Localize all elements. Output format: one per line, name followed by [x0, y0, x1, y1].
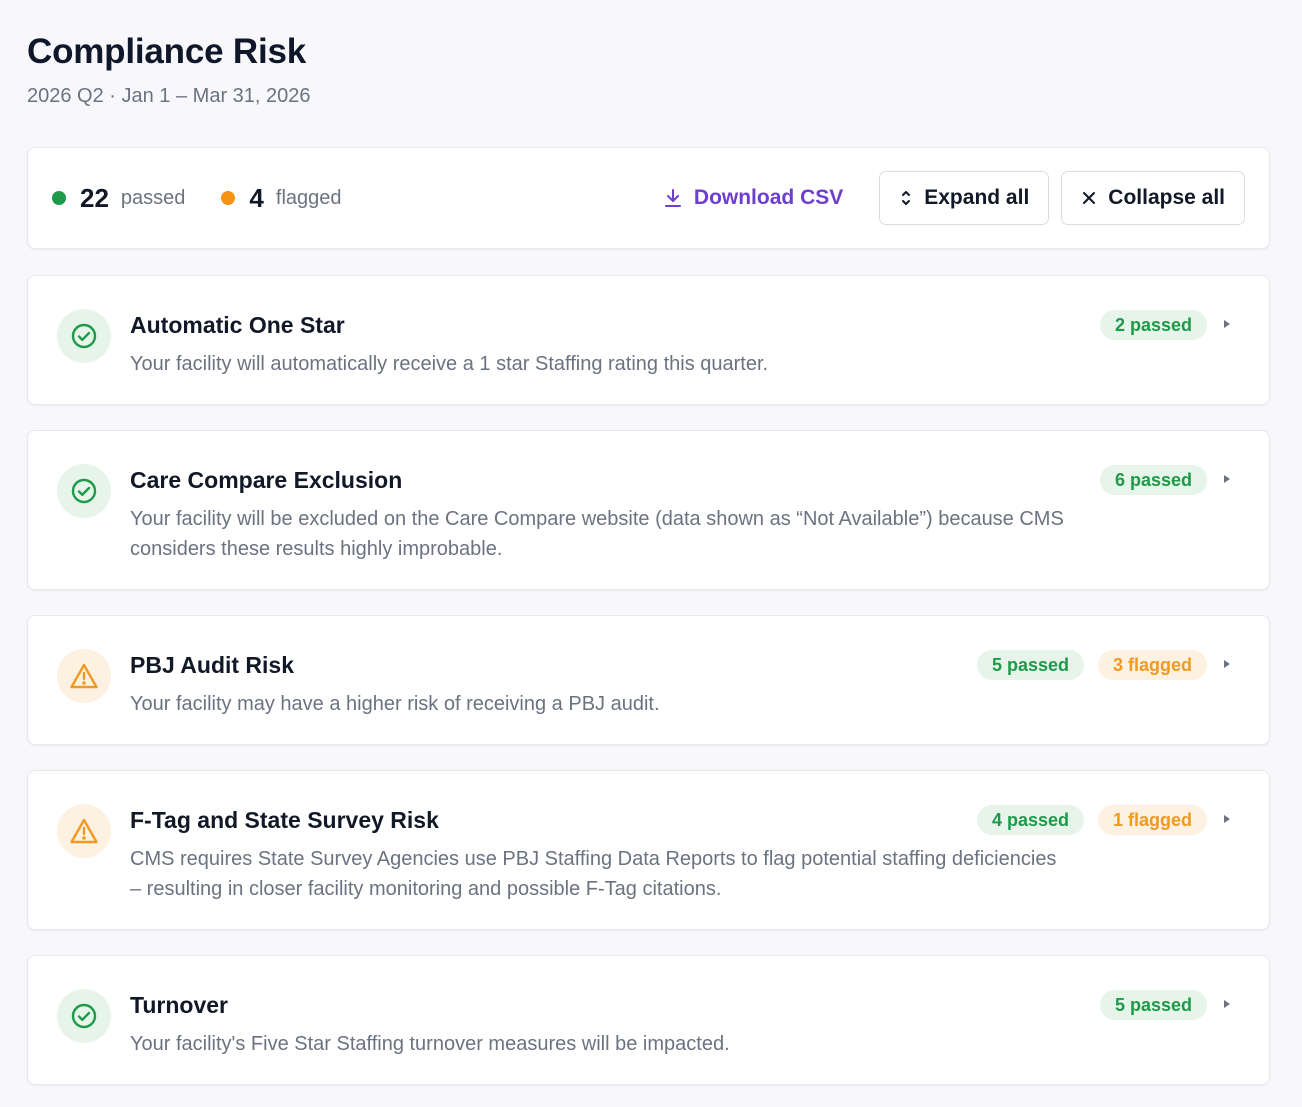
flagged-dot-icon: [221, 191, 236, 205]
card-description: Your facility will be excluded on the Ca…: [130, 508, 1064, 560]
flagged-badge: 3 flagged: [1097, 650, 1207, 680]
status-indicator: [57, 804, 111, 858]
card-badges: 5 passed: [1086, 990, 1207, 1020]
card-title: Care Compare Exclusion: [130, 467, 403, 493]
passed-badge: 4 passed: [976, 805, 1084, 835]
expand-all-button[interactable]: Expand all: [879, 171, 1050, 225]
chevron-up-down-icon: [902, 191, 911, 205]
risk-card[interactable]: Turnover Your facility's Five Star Staff…: [27, 955, 1270, 1085]
card-title: Automatic One Star: [130, 312, 345, 338]
card-description: Your facility will automatically receive…: [130, 353, 769, 375]
card-title: Turnover: [130, 992, 228, 1018]
risk-card[interactable]: Care Compare Exclusion Your facility wil…: [27, 430, 1270, 590]
flagged-label: flagged: [275, 186, 342, 209]
risk-card[interactable]: PBJ Audit Risk Your facility may have a …: [27, 615, 1270, 745]
check-circle-icon: [71, 1003, 97, 1029]
summary-bar: 22 passed 4 flagged Download CSV Expand …: [27, 147, 1270, 249]
warning-triangle-icon: [70, 663, 98, 689]
passed-stat: 22 passed: [52, 183, 185, 214]
download-csv-label: Download CSV: [693, 186, 844, 209]
close-icon: [1083, 192, 1096, 204]
passed-badge: 2 passed: [1099, 310, 1207, 340]
passed-badge: 6 passed: [1099, 465, 1207, 495]
expand-caret-icon[interactable]: [1219, 996, 1235, 1012]
download-icon: [664, 189, 681, 207]
card-badges: 6 passed: [1086, 465, 1207, 495]
card-badges: 4 passed 1 flagged: [963, 805, 1207, 835]
collapse-all-label: Collapse all: [1108, 186, 1225, 209]
warning-triangle-icon: [70, 818, 98, 844]
passed-badge: 5 passed: [1099, 990, 1207, 1020]
risk-card[interactable]: F-Tag and State Survey Risk CMS requires…: [27, 770, 1270, 930]
expand-caret-icon[interactable]: [1219, 811, 1235, 827]
expand-all-label: Expand all: [924, 186, 1030, 209]
download-csv-button[interactable]: Download CSV: [664, 186, 843, 210]
page-subtitle: 2026 Q2 · Jan 1 – Mar 31, 2026: [27, 85, 311, 107]
status-indicator: [57, 309, 111, 363]
risk-card[interactable]: Automatic One Star Your facility will au…: [27, 275, 1270, 405]
collapse-all-button[interactable]: Collapse all: [1061, 171, 1245, 225]
passed-dot-icon: [52, 191, 66, 205]
card-badges: 2 passed: [1086, 310, 1207, 340]
card-title: F-Tag and State Survey Risk: [130, 807, 439, 833]
status-indicator: [57, 464, 111, 518]
status-indicator: [57, 649, 111, 703]
passed-count: 22: [80, 182, 109, 213]
page-title: Compliance Risk: [27, 32, 307, 71]
passed-label: passed: [120, 186, 186, 209]
flagged-stat: 4 flagged: [221, 182, 342, 214]
card-description: CMS requires State Survey Agencies use P…: [130, 848, 1057, 900]
expand-caret-icon[interactable]: [1219, 656, 1235, 672]
flagged-count: 4: [249, 182, 264, 213]
card-title: PBJ Audit Risk: [130, 652, 295, 678]
check-circle-icon: [71, 478, 97, 504]
card-description: Your facility's Five Star Staffing turno…: [130, 1033, 730, 1055]
card-description: Your facility may have a higher risk of …: [130, 693, 660, 715]
flagged-badge: 1 flagged: [1097, 805, 1207, 835]
card-badges: 5 passed 3 flagged: [963, 650, 1207, 680]
expand-caret-icon[interactable]: [1219, 316, 1235, 332]
expand-caret-icon[interactable]: [1219, 471, 1235, 487]
passed-badge: 5 passed: [976, 650, 1084, 680]
page: Compliance Risk 2026 Q2 · Jan 1 – Mar 31…: [0, 0, 1302, 1107]
status-indicator: [57, 989, 111, 1043]
check-circle-icon: [71, 323, 97, 349]
